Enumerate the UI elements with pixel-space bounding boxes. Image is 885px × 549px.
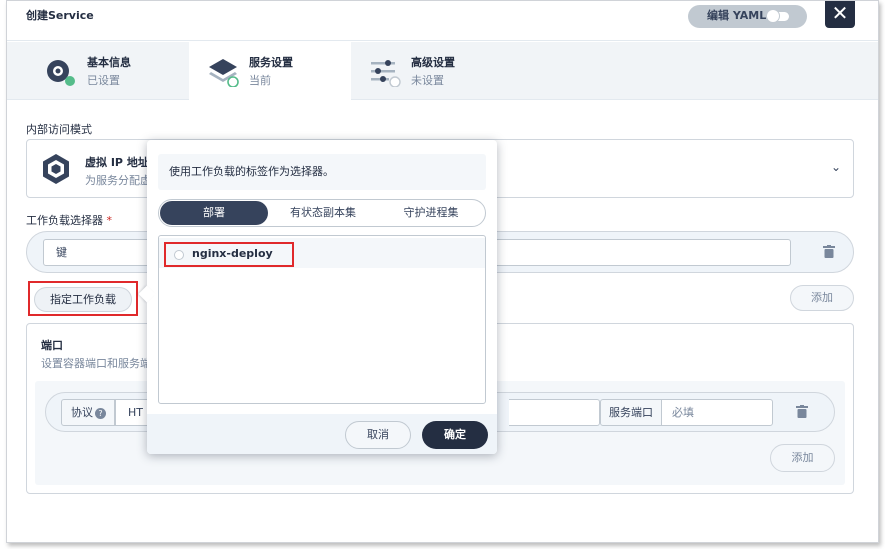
ports-description: 设置容器端口和服务端 <box>41 357 151 370</box>
tab-daemonsets[interactable]: 守护进程集 <box>378 201 484 225</box>
step-basic-info[interactable]: 基本信息 已设置 <box>27 42 189 100</box>
step-name: 高级设置 <box>411 56 455 69</box>
trash-icon[interactable] <box>796 405 808 418</box>
info-icon <box>47 60 75 86</box>
service-port-label: 服务端口 <box>600 399 662 426</box>
edit-yaml-toggle[interactable]: 编辑 YAML <box>688 5 807 28</box>
cancel-button[interactable]: 取消 <box>345 421 411 449</box>
step-advanced-settings[interactable]: 高级设置 未设置 <box>351 42 513 100</box>
workload-list: nginx-deploy <box>158 235 486 404</box>
layers-icon <box>209 59 239 87</box>
assign-workload-highlight: 指定工作负载 <box>28 281 138 316</box>
step-service-settings[interactable]: 服务设置 当前 <box>189 42 351 100</box>
workload-selector-label: 工作负载选择器 * <box>26 212 112 228</box>
workload-type-tabs: 部署 有状态副本集 守护进程集 <box>158 199 486 227</box>
required-mark: * <box>106 214 113 227</box>
dialog-title: 创建Service <box>26 9 94 22</box>
toggle-switch-icon <box>767 10 789 22</box>
assign-workload-button[interactable]: 指定工作负载 <box>34 287 132 312</box>
edit-yaml-label: 编辑 YAML <box>707 9 767 22</box>
dialog-header: 创建Service 编辑 YAML ✕ <box>7 1 878 41</box>
create-service-dialog: 创建Service 编辑 YAML ✕ 基本信息 已设置 服务设置 当前 高级设… <box>6 0 879 543</box>
popover-arrow <box>138 285 156 303</box>
ports-title: 端口 <box>41 339 63 352</box>
step-state: 当前 <box>249 74 271 87</box>
tab-deployments[interactable]: 部署 <box>160 201 268 225</box>
selection-highlight <box>164 242 294 267</box>
close-button[interactable]: ✕ <box>825 1 855 28</box>
popover-hint: 使用工作负载的标签作为选择器。 <box>158 154 486 190</box>
container-port-input[interactable] <box>509 399 600 426</box>
step-tabs: 基本信息 已设置 服务设置 当前 高级设置 未设置 <box>7 42 878 100</box>
confirm-button[interactable]: 确定 <box>422 421 488 449</box>
access-mode-title: 虚拟 IP 地址 <box>85 156 149 169</box>
add-port-button[interactable]: 添加 <box>770 444 835 472</box>
service-port-input[interactable]: 必填 <box>661 399 773 426</box>
access-mode-label: 内部访问模式 <box>26 123 92 136</box>
protocol-label: 协议? <box>61 399 115 426</box>
add-selector-button[interactable]: 添加 <box>790 285 854 311</box>
cube-icon <box>43 154 69 184</box>
help-icon[interactable]: ? <box>95 408 106 419</box>
chevron-down-icon: ⌄ <box>830 160 841 174</box>
workload-selector-label-text: 工作负载选择器 <box>26 214 103 227</box>
step-name: 服务设置 <box>249 56 293 69</box>
trash-icon[interactable] <box>823 245 835 258</box>
protocol-label-text: 协议 <box>71 406 93 419</box>
workload-picker-popover: 使用工作负载的标签作为选择器。 部署 有状态副本集 守护进程集 nginx-de… <box>138 140 497 454</box>
sliders-icon <box>371 60 401 87</box>
access-mode-description: 为服务分配虚 <box>85 174 151 187</box>
popover-footer: 取消 确定 <box>147 414 497 454</box>
step-state: 未设置 <box>411 74 444 87</box>
tab-statefulsets[interactable]: 有状态副本集 <box>269 201 377 225</box>
step-name: 基本信息 <box>87 56 131 69</box>
list-item[interactable]: nginx-deploy <box>159 238 485 268</box>
step-state: 已设置 <box>87 74 120 87</box>
